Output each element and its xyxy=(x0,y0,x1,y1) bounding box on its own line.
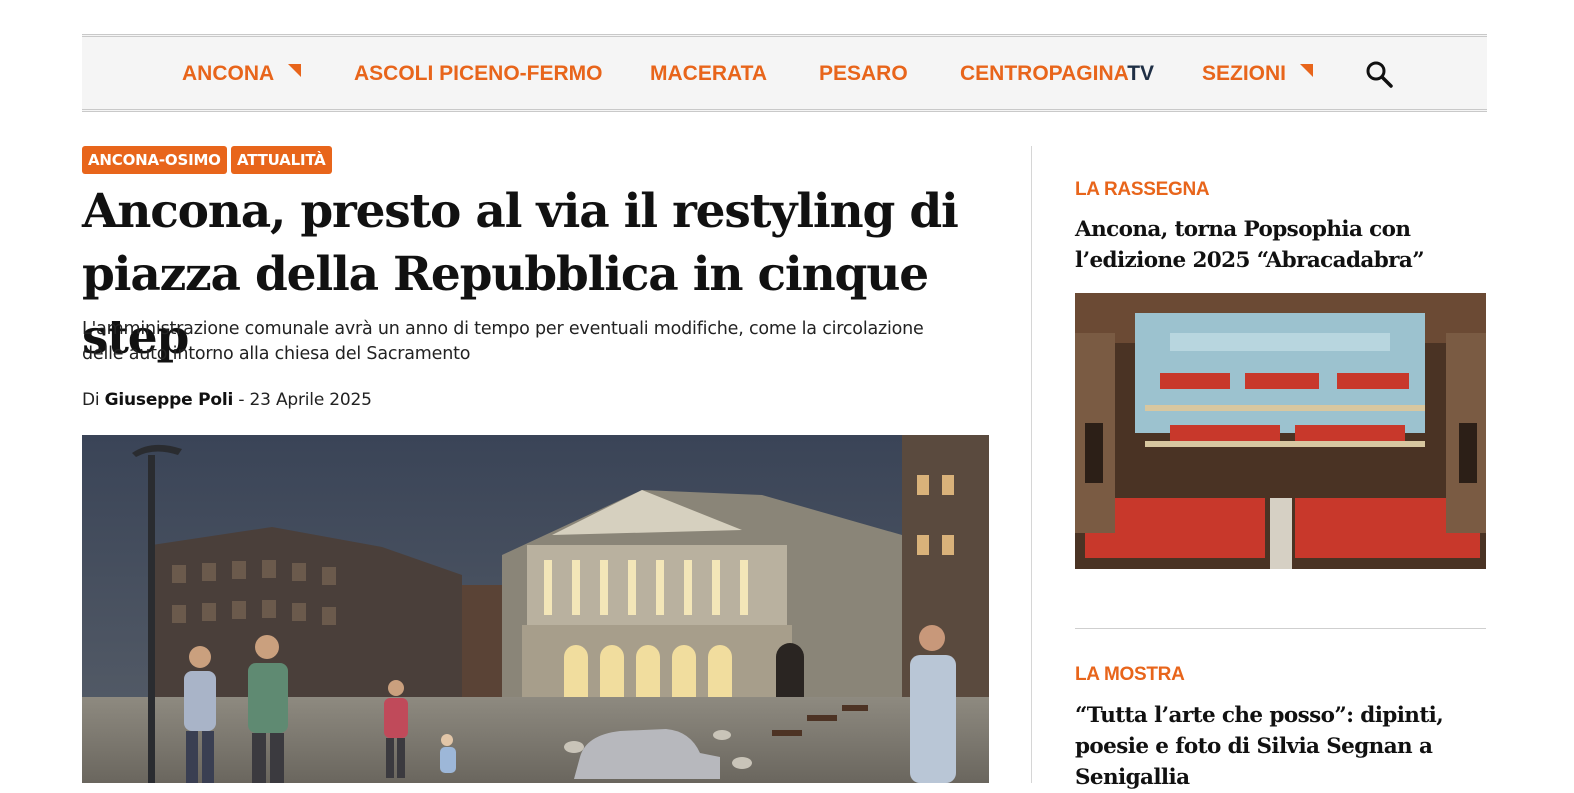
tag-ancona-osimo[interactable]: ANCONA-OSIMO xyxy=(82,146,227,174)
byline-date: 23 Aprile 2025 xyxy=(249,390,372,410)
nav-item-centropaginatv[interactable]: CENTROPAGINATV xyxy=(960,61,1154,87)
nav-item-ascoli-piceno-fermo[interactable]: ASCOLI PICENO-FERMO xyxy=(354,61,603,87)
nav-item-pesaro[interactable]: PESARO xyxy=(819,61,908,87)
article-hero-image xyxy=(82,435,989,783)
nav-item-label: SEZIONI xyxy=(1202,62,1287,85)
nav-item-macerata[interactable]: MACERATA xyxy=(650,61,767,87)
caret-down-icon xyxy=(1300,64,1314,77)
nav-item-label: CENTROPAGINA xyxy=(960,62,1128,85)
search-icon[interactable] xyxy=(1364,59,1394,89)
sidebar-article-title[interactable]: “Tutta l’arte che posso”: dipinti, poesi… xyxy=(1075,700,1495,793)
sidebar-divider xyxy=(1075,628,1486,629)
column-divider xyxy=(1031,146,1032,783)
article-subtitle: L'amministrazione comunale avrà un anno … xyxy=(82,319,924,364)
nav-item-label-suffix: TV xyxy=(1127,62,1155,85)
byline-separator: - xyxy=(238,390,245,410)
nav-item-sezioni[interactable]: SEZIONI xyxy=(1202,61,1314,87)
nav-item-label: ANCONA xyxy=(182,62,275,85)
nav-item-ancona[interactable]: ANCONA xyxy=(182,61,302,87)
sidebar-article-thumbnail[interactable] xyxy=(1075,293,1486,569)
byline-author[interactable]: Giuseppe Poli xyxy=(105,390,234,410)
main-nav: ANCONA ASCOLI PICENO-FERMO MACERATA PESA… xyxy=(82,34,1487,112)
tag-attualita[interactable]: ATTUALITÀ xyxy=(231,146,332,174)
article-byline: Di Giuseppe Poli - 23 Aprile 2025 xyxy=(82,390,372,410)
caret-down-icon xyxy=(288,64,302,77)
sidebar-kicker[interactable]: LA MOSTRA xyxy=(1075,664,1185,686)
sidebar-article-title[interactable]: Ancona, torna Popsophia con l’edizione 2… xyxy=(1075,214,1495,276)
sidebar-kicker[interactable]: LA RASSEGNA xyxy=(1075,179,1210,201)
nav-item-label: ASCOLI PICENO-FERMO xyxy=(354,62,603,85)
nav-item-label: PESARO xyxy=(819,62,908,85)
nav-item-label: MACERATA xyxy=(650,62,768,85)
byline-prefix: Di xyxy=(82,390,100,410)
